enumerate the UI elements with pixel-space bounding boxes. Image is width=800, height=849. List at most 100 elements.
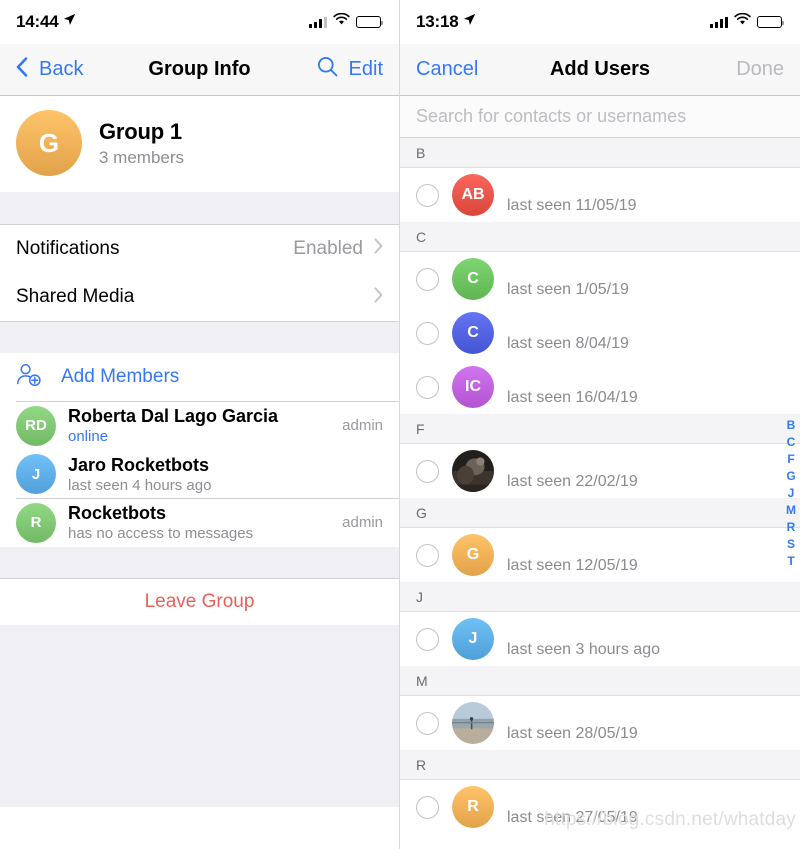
contact-last-seen: last seen 27/05/19	[507, 809, 638, 826]
contact-checkbox[interactable]	[416, 267, 439, 291]
section-gap	[0, 321, 399, 353]
signal-bars-icon	[710, 16, 728, 28]
contact-last-seen: last seen 1/05/19	[507, 281, 629, 298]
avatar: C	[452, 312, 494, 354]
contact-row[interactable]: AB last seen 11/05/19	[400, 168, 800, 222]
back-label: Back	[39, 58, 84, 80]
edit-button[interactable]: Edit	[349, 58, 383, 81]
notifications-label: Notifications	[16, 237, 120, 259]
status-bar-left-group: 14:44	[16, 12, 76, 32]
contact-row[interactable]: Clast seen 1/05/19	[400, 252, 800, 306]
member-text: Roberta Dal Lago Garcia online	[68, 406, 278, 445]
avatar-photo	[452, 450, 494, 492]
section-header-c: C	[400, 222, 800, 252]
member-status: online	[68, 428, 109, 445]
status-time: 14:44	[16, 12, 59, 31]
contact-row[interactable]: Rlast seen 27/05/19	[400, 780, 800, 834]
search-icon[interactable]	[317, 56, 338, 83]
member-text: Rocketbots has no access to messages	[68, 503, 253, 542]
contact-last-seen: last seen 22/02/19	[507, 473, 638, 490]
shared-media-label: Shared Media	[16, 286, 135, 307]
location-arrow-icon	[463, 13, 476, 31]
contact-last-seen: last seen 8/04/19	[507, 335, 629, 352]
alphabet-index-j[interactable]: J	[788, 486, 795, 500]
member-row[interactable]: J Jaro Rocketbots last seen 4 hours ago	[0, 450, 399, 498]
avatar-photo	[452, 702, 494, 744]
contact-row[interactable]: last seen 28/05/19	[400, 696, 800, 750]
back-button[interactable]: Back	[16, 56, 84, 83]
battery-icon	[356, 16, 384, 28]
add-members-button[interactable]: Add Members	[0, 353, 399, 401]
chevron-right-icon	[374, 286, 383, 308]
done-button[interactable]: Done	[736, 58, 784, 81]
alphabet-index-f[interactable]: F	[787, 452, 794, 466]
avatar: C	[452, 258, 494, 300]
contact-checkbox[interactable]	[416, 627, 439, 651]
avatar-initials: R	[467, 798, 479, 815]
status-time: 13:18	[416, 12, 459, 31]
contact-row[interactable]: Jlast seen 3 hours ago	[400, 612, 800, 666]
location-arrow-icon	[63, 13, 76, 31]
alphabet-index-c[interactable]: C	[787, 435, 796, 449]
contact-checkbox[interactable]	[416, 459, 439, 483]
navigation-bar-left: Back Group Info Edit	[0, 44, 399, 96]
status-bar-right-group	[309, 12, 384, 31]
avatar-initials: IC	[465, 378, 481, 395]
contact-row[interactable]: Clast seen 8/04/19	[400, 306, 800, 360]
alphabet-index-b[interactable]: B	[787, 418, 796, 432]
member-row[interactable]: RD Roberta Dal Lago Garcia online admin	[0, 401, 399, 450]
alphabet-index[interactable]: BCFGJMRST	[786, 418, 796, 568]
member-admin-badge: admin	[342, 417, 383, 434]
alphabet-index-m[interactable]: M	[786, 503, 796, 517]
contact-checkbox[interactable]	[416, 711, 439, 735]
member-admin-badge: admin	[342, 514, 383, 531]
signal-bars-icon	[309, 16, 327, 28]
contact-row[interactable]: Glast seen 12/05/19	[400, 528, 800, 582]
contacts-list: B AB last seen 11/05/19 C Clast seen 1/05/19…	[400, 138, 800, 834]
member-name: Rocketbots	[68, 503, 167, 523]
section-header-g: G	[400, 498, 800, 528]
avatar: AB	[452, 174, 494, 216]
member-text: Jaro Rocketbots last seen 4 hours ago	[68, 455, 211, 494]
section-header-b: B	[400, 138, 800, 168]
status-bar-left: 14:44	[0, 0, 399, 44]
avatar: R	[452, 786, 494, 828]
section-header-m: M	[400, 666, 800, 696]
alphabet-index-s[interactable]: S	[787, 537, 795, 551]
avatar-initials: R	[30, 514, 42, 531]
contact-checkbox[interactable]	[416, 375, 439, 399]
contact-checkbox[interactable]	[416, 183, 439, 207]
contact-last-seen: last seen 28/05/19	[507, 725, 638, 742]
leave-group-button[interactable]: Leave Group	[0, 578, 399, 625]
contact-row[interactable]: IC last seen 16/04/19	[400, 360, 800, 414]
chevron-right-icon	[374, 238, 383, 259]
avatar-initials: G	[466, 546, 480, 563]
contact-row[interactable]: last seen 22/02/19	[400, 444, 800, 498]
contact-checkbox[interactable]	[416, 321, 439, 345]
contact-checkbox[interactable]	[416, 543, 439, 567]
section-gap	[0, 625, 399, 807]
contact-checkbox[interactable]	[416, 795, 439, 819]
contact-last-seen: last seen 3 hours ago	[507, 641, 660, 658]
group-name: Group 1	[99, 118, 182, 144]
avatar-initials: J	[31, 465, 41, 483]
alphabet-index-t[interactable]: T	[787, 554, 794, 568]
group-avatar-letter: G	[38, 127, 60, 158]
navigation-bar-right: Cancel Add Users Done	[400, 44, 800, 96]
alphabet-index-g[interactable]: G	[786, 469, 795, 483]
member-row[interactable]: R Rocketbots has no access to messages a…	[0, 498, 399, 547]
contact-last-seen: last seen 11/05/19	[507, 197, 637, 214]
avatar: G	[452, 534, 494, 576]
add-members-label: Add Members	[61, 366, 180, 387]
status-bar-right: 13:18	[400, 0, 800, 44]
group-header[interactable]: G Group 1 3 members	[0, 96, 399, 192]
search-field[interactable]: Search for contacts or usernames	[400, 96, 800, 138]
avatar-initials: J	[468, 630, 478, 647]
settings-row-shared-media[interactable]: Shared Media	[0, 273, 399, 321]
avatar-initials: C	[467, 270, 479, 287]
status-bar-right-group	[710, 12, 785, 31]
settings-row-notifications[interactable]: Notifications Enabled	[0, 224, 399, 273]
alphabet-index-r[interactable]: R	[787, 520, 796, 534]
avatar-initials: RD	[25, 417, 47, 434]
cancel-button[interactable]: Cancel	[416, 58, 478, 81]
